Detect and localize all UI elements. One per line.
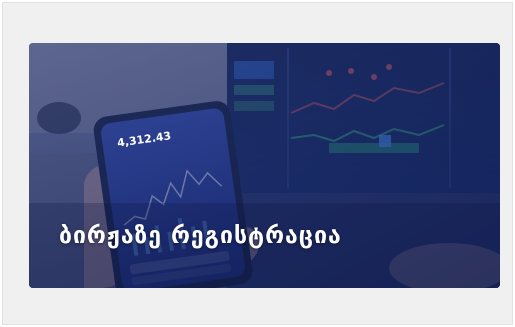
- registration-card[interactable]: 4,312.43 ბირჟაზე რეგისტრაცია: [29, 43, 500, 288]
- card-title: ბირჟაზე რეგისტრაცია: [59, 223, 342, 249]
- page-frame: 4,312.43 ბირჟაზე რეგისტრაცია: [2, 2, 513, 325]
- card-background-image: [29, 43, 500, 288]
